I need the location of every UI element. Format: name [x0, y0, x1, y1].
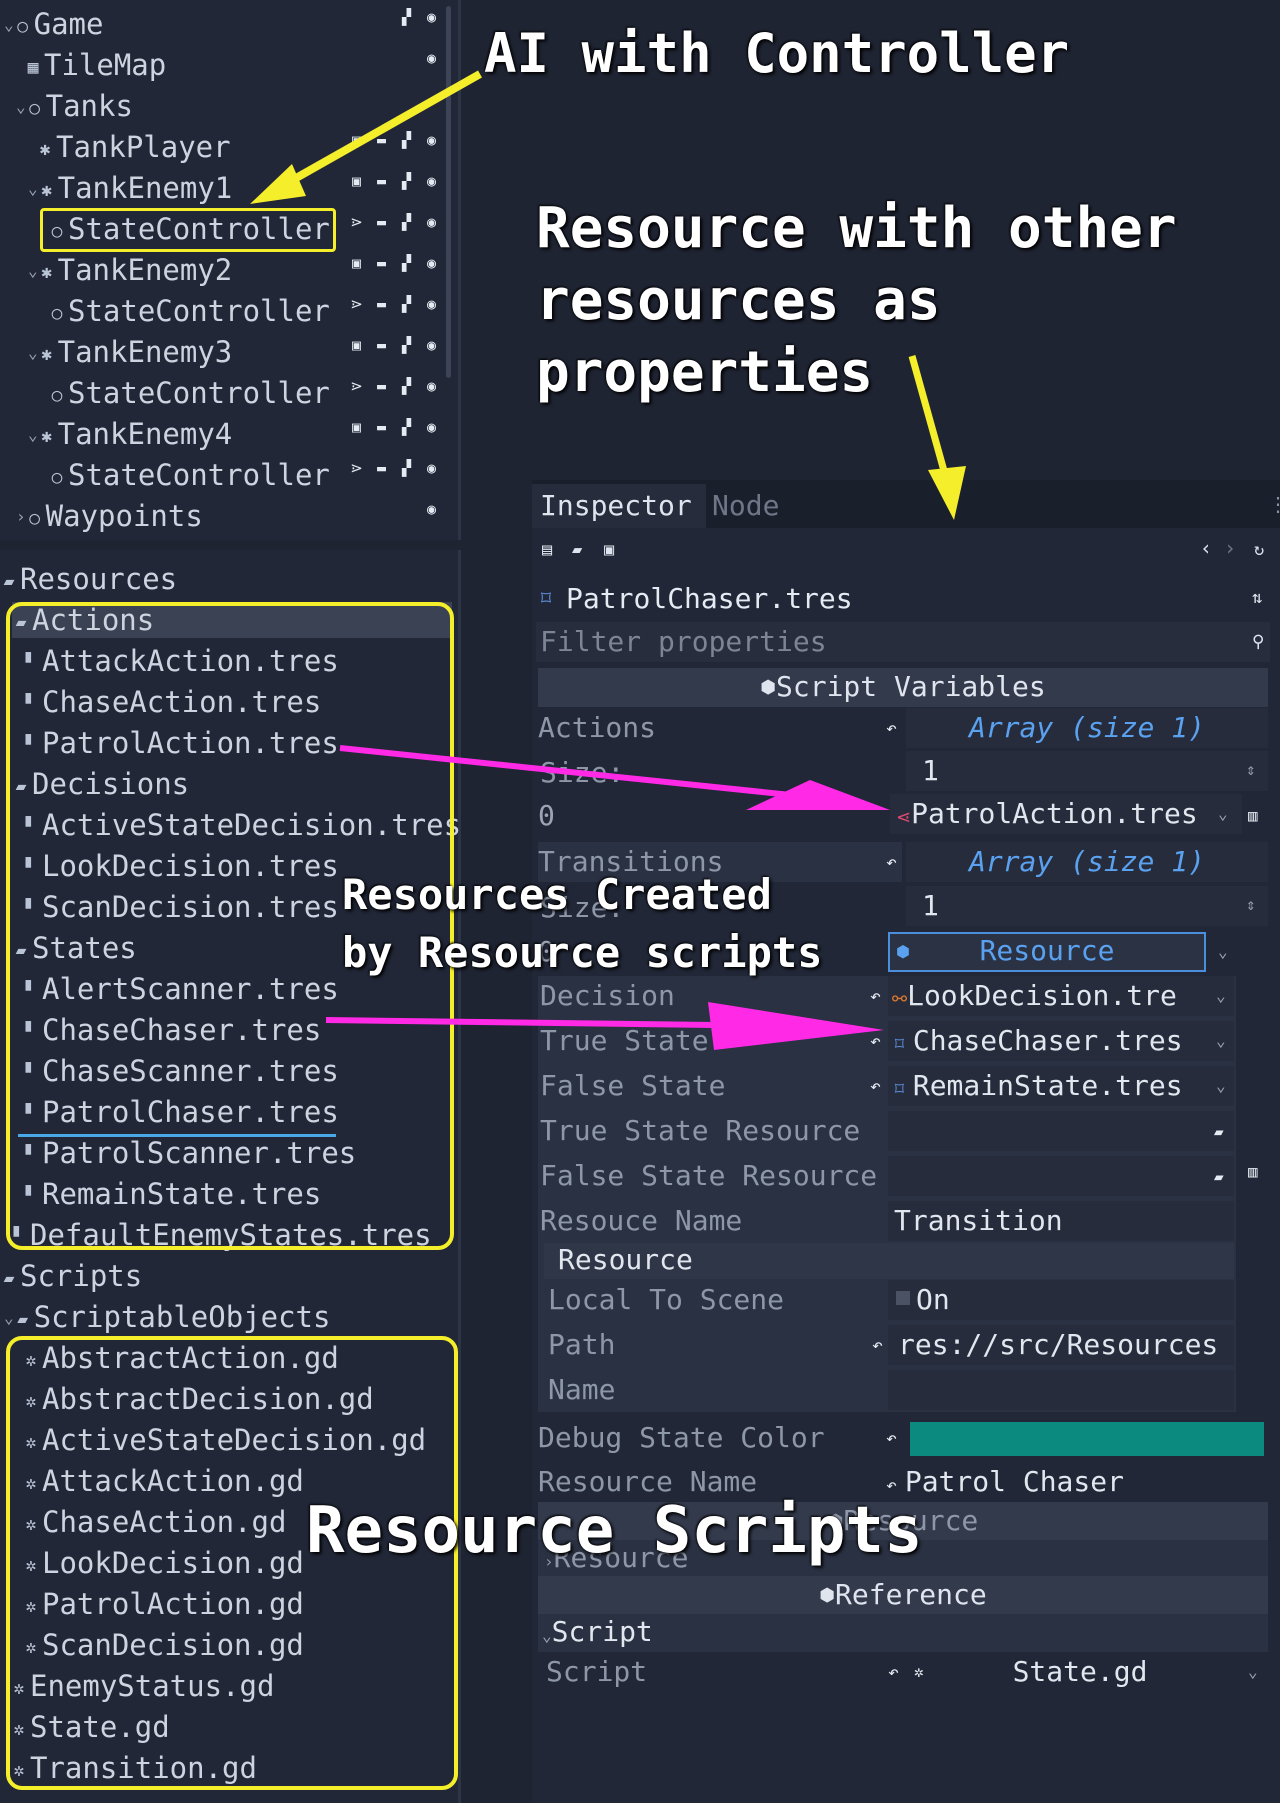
annotation-ai-controller: AI with Controller [484, 22, 1070, 85]
annotation-resource-props-2: resources as [536, 268, 941, 333]
annotation-resource-props-3: properties [536, 340, 874, 405]
magenta-arrow-to-patrolaction [339, 745, 890, 810]
annotation-resource-props-1: Resource with other [536, 196, 1177, 261]
annotation-resources-created-1: Resources Created [342, 870, 772, 919]
magenta-arrow-to-chasechaser [325, 1002, 884, 1050]
annotation-resources-created-2: by Resource scripts [342, 928, 823, 977]
yellow-arrow-to-tankenemy [250, 70, 482, 204]
annotation-resource-scripts: Resource Scripts [306, 1494, 923, 1568]
yellow-arrow-to-inspector [908, 355, 966, 520]
